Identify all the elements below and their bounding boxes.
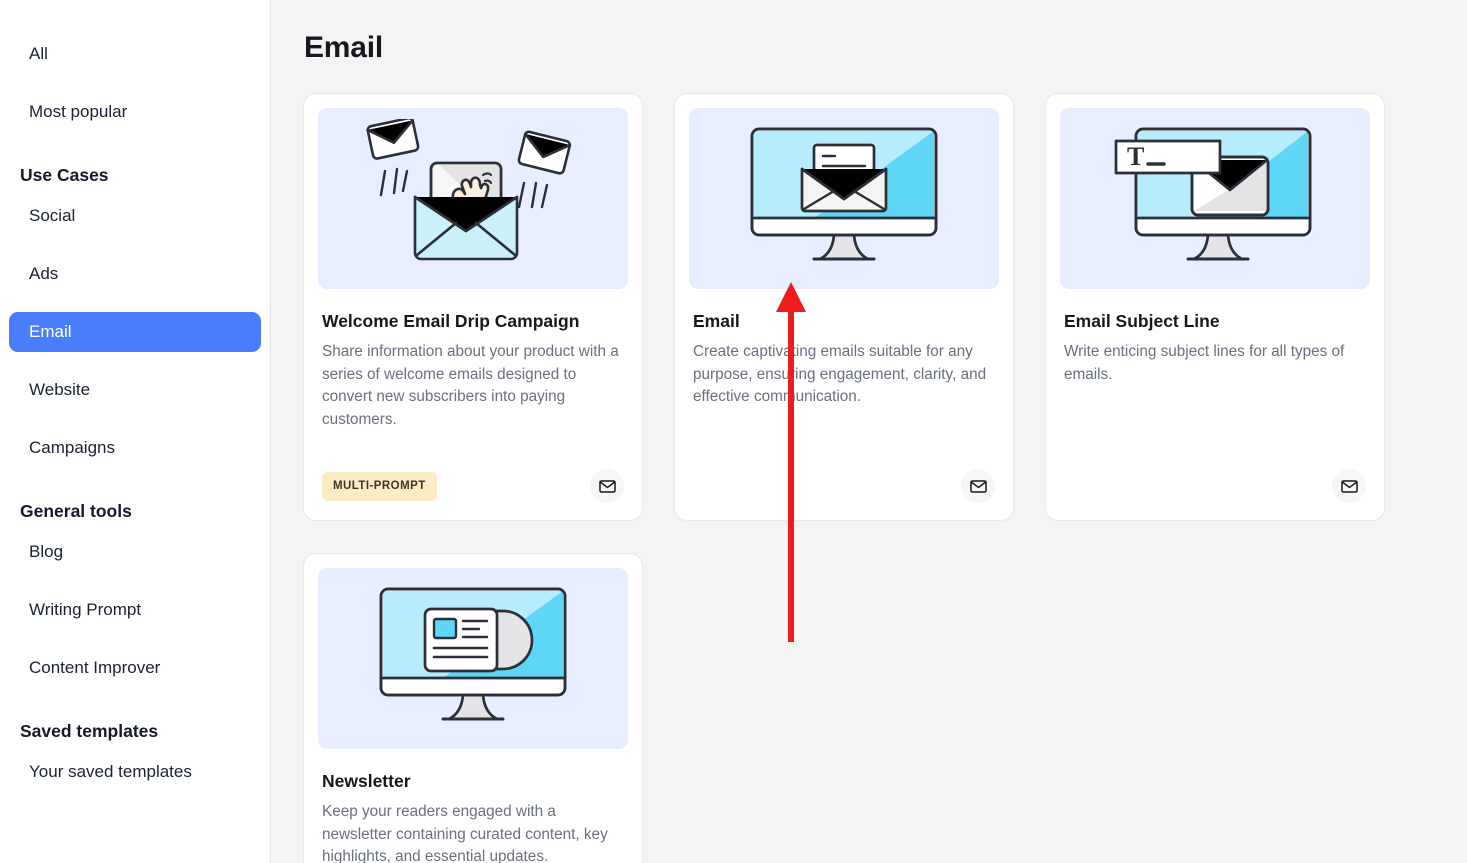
card-title: Welcome Email Drip Campaign [322, 311, 580, 331]
card-thumbnail [318, 568, 628, 749]
envelope-icon[interactable] [1332, 469, 1366, 503]
card-description: Share information about your product wit… [322, 343, 619, 428]
envelope-icon[interactable] [590, 469, 624, 503]
card-body: Newsletter Keep your readers engaged wit… [318, 749, 628, 863]
template-card-grid: Welcome Email Drip Campaign Share inform… [303, 93, 1435, 863]
main-content: Email Welcome Email Drip Campaign Share … [271, 0, 1467, 863]
open-envelope-waving-hand-illustration-icon [353, 118, 593, 279]
template-card-welcome-email-drip-campaign[interactable]: Welcome Email Drip Campaign Share inform… [303, 93, 643, 521]
sidebar-item-blog[interactable]: Blog [9, 532, 261, 572]
sidebar-item-content-improver[interactable]: Content Improver [9, 648, 261, 688]
card-title: Email [693, 311, 740, 331]
sidebar-item-writing-prompt[interactable]: Writing Prompt [9, 590, 261, 630]
sidebar-item-website[interactable]: Website [9, 370, 261, 410]
card-thumbnail [689, 108, 999, 289]
app-root: All Most popular Use Cases Social Ads Em… [0, 0, 1467, 863]
sidebar-heading-general-tools: General tools [20, 501, 132, 521]
sidebar: All Most popular Use Cases Social Ads Em… [0, 0, 271, 863]
card-description: Create captivating emails suitable for a… [693, 343, 987, 406]
card-thumbnail: T [1060, 108, 1370, 289]
monitor-envelope-letter-illustration-icon [744, 123, 944, 275]
sidebar-item-campaigns[interactable]: Campaigns [9, 428, 261, 468]
card-body: Welcome Email Drip Campaign Share inform… [318, 289, 628, 468]
sidebar-heading-use-cases: Use Cases [20, 165, 109, 185]
card-footer [689, 468, 999, 520]
card-title: Email Subject Line [1064, 311, 1220, 331]
monitor-newspaper-illustration-icon [373, 583, 573, 735]
monitor-textfield-envelope-illustration-icon: T [1110, 123, 1320, 275]
sidebar-heading-saved-templates: Saved templates [20, 721, 159, 741]
template-card-newsletter[interactable]: Newsletter Keep your readers engaged wit… [303, 553, 643, 863]
template-card-email[interactable]: Email Create captivating emails suitable… [674, 93, 1014, 521]
sidebar-item-email[interactable]: Email [9, 312, 261, 352]
multi-prompt-badge: MULTI-PROMPT [322, 471, 437, 501]
card-thumbnail [318, 108, 628, 289]
sidebar-item-all[interactable]: All [9, 34, 261, 74]
template-card-email-subject-line[interactable]: T Email Subject Line Write enticing subj… [1045, 93, 1385, 521]
svg-text:T: T [1127, 142, 1144, 171]
card-footer: MULTI-PROMPT [318, 468, 628, 520]
badge-placeholder [693, 486, 694, 487]
sidebar-item-most-popular[interactable]: Most popular [9, 92, 261, 132]
page-title: Email [304, 31, 384, 64]
sidebar-item-social[interactable]: Social [9, 196, 261, 236]
card-body: Email Subject Line Write enticing subjec… [1060, 289, 1370, 468]
badge-placeholder [1064, 486, 1065, 487]
sidebar-item-ads[interactable]: Ads [9, 254, 261, 294]
card-body: Email Create captivating emails suitable… [689, 289, 999, 468]
card-footer [1060, 468, 1370, 520]
card-title: Newsletter [322, 771, 411, 791]
card-description: Keep your readers engaged with a newslet… [322, 803, 608, 863]
sidebar-item-your-saved-templates[interactable]: Your saved templates [9, 752, 261, 792]
envelope-icon[interactable] [961, 469, 995, 503]
card-description: Write enticing subject lines for all typ… [1064, 343, 1345, 383]
